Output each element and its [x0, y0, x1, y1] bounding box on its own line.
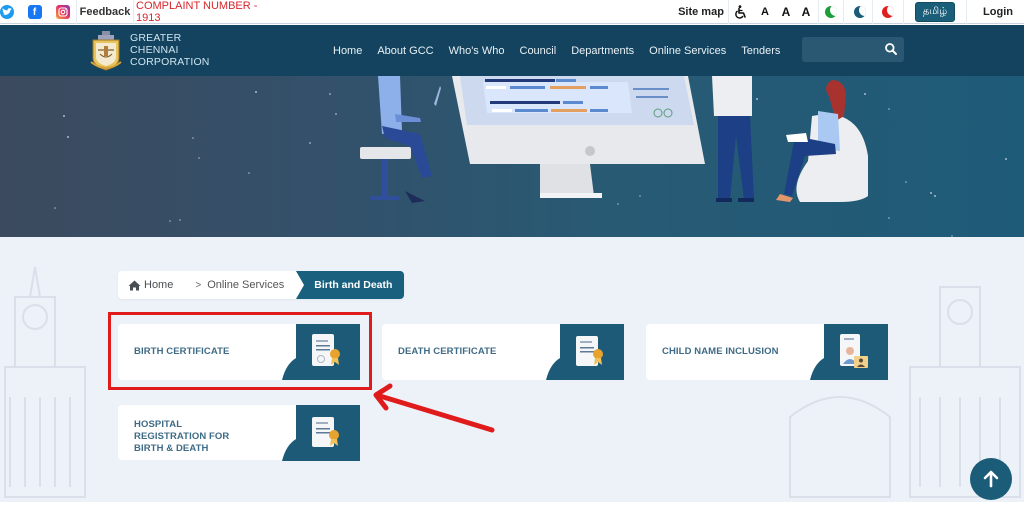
search-box	[802, 37, 904, 62]
service-card-label: DEATH CERTIFICATE	[398, 346, 497, 357]
divider	[76, 0, 77, 24]
breadcrumb-home-label: Home	[144, 279, 174, 291]
nav-tenders[interactable]: Tenders	[741, 45, 780, 57]
divider	[843, 0, 844, 24]
theme-red-button[interactable]	[880, 0, 896, 24]
certificate-icon	[546, 324, 624, 380]
hero-banner	[0, 76, 1024, 237]
logo-line: GREATER	[130, 32, 182, 44]
annotation-highlight-box	[108, 312, 372, 390]
breadcrumb-current-label: Birth and Death	[314, 279, 393, 291]
logo-line: CHENNAI	[130, 44, 179, 56]
scroll-to-top-button[interactable]	[970, 458, 1012, 500]
font-size-small-label: A	[761, 6, 769, 18]
theme-blue-button[interactable]	[852, 0, 868, 24]
main-nav: Home About GCC Who's Who Council Departm…	[333, 25, 795, 76]
wheelchair-icon	[735, 5, 746, 19]
facebook-icon: f	[27, 5, 42, 19]
feedback-link[interactable]: Feedback	[78, 0, 132, 24]
breadcrumb-online-services[interactable]: Online Services	[207, 279, 284, 291]
woman-on-beanbag-illustration	[776, 80, 868, 202]
nav-online-services[interactable]: Online Services	[649, 45, 726, 57]
divider	[903, 0, 904, 24]
divider	[872, 0, 873, 24]
divider	[818, 0, 819, 24]
feedback-label: Feedback	[79, 6, 131, 18]
arrow-up-icon	[983, 470, 999, 488]
moon-green-icon	[825, 6, 837, 18]
breadcrumb-current: Birth and Death	[296, 271, 405, 299]
home-icon	[128, 280, 141, 290]
gcc-emblem-logo[interactable]	[90, 30, 122, 72]
hero-illustration	[54, 76, 1007, 237]
twitter-link[interactable]	[0, 0, 14, 24]
service-card-child-name-inclusion[interactable]: CHILD NAME INCLUSION	[646, 324, 888, 380]
nav-whos-who[interactable]: Who's Who	[449, 45, 505, 57]
font-size-large-button[interactable]: A	[798, 0, 814, 24]
tamil-language-button[interactable]: தமிழ்	[913, 0, 957, 24]
service-card-label: HOSPITAL REGISTRATION FOR BIRTH & DEATH	[134, 419, 230, 454]
logo-line: CORPORATION	[130, 56, 210, 68]
sitemap-label: Site map	[678, 6, 724, 18]
main-header: GREATER CHENNAI CORPORATION Home About G…	[0, 25, 1024, 76]
nav-home[interactable]: Home	[333, 45, 362, 57]
top-utility-bar: f Feedback COMPLAINT NUMBER - 1913 Site …	[0, 0, 1024, 24]
login-button[interactable]: Login	[980, 0, 1016, 24]
font-size-medium-button[interactable]: A	[778, 0, 794, 24]
nav-council[interactable]: Council	[520, 45, 557, 57]
certificate-icon	[282, 405, 360, 461]
sitting-person-illustration	[360, 76, 441, 203]
complaint-number: COMPLAINT NUMBER - 1913	[136, 0, 276, 24]
breadcrumb: Home > Online Services Birth and Death	[118, 271, 405, 299]
font-size-small-button[interactable]: A	[757, 0, 773, 24]
instagram-icon	[55, 5, 70, 19]
complaint-number-text: COMPLAINT NUMBER - 1913	[136, 0, 258, 24]
login-label: Login	[983, 6, 1013, 18]
divider	[966, 0, 967, 24]
font-size-large-label: A	[801, 5, 811, 19]
accessibility-button[interactable]	[732, 0, 750, 24]
service-card-hospital-registration[interactable]: HOSPITAL REGISTRATION FOR BIRTH & DEATH	[118, 405, 360, 461]
moon-red-icon	[882, 6, 894, 18]
divider	[728, 0, 729, 24]
search-input[interactable]	[802, 37, 882, 62]
background-building-illustration	[4, 266, 86, 498]
gcc-logo-text[interactable]: GREATER CHENNAI CORPORATION	[130, 32, 210, 68]
service-card-label: CHILD NAME INCLUSION	[662, 346, 779, 357]
id-card-icon	[810, 324, 888, 380]
facebook-link[interactable]: f	[27, 0, 42, 24]
sitemap-link[interactable]: Site map	[676, 0, 726, 24]
instagram-link[interactable]	[55, 0, 70, 24]
moon-blue-icon	[854, 6, 866, 18]
service-card-death-certificate[interactable]: DEATH CERTIFICATE	[382, 324, 624, 380]
nav-about-gcc[interactable]: About GCC	[377, 45, 433, 57]
nav-departments[interactable]: Departments	[571, 45, 634, 57]
computer-monitor-illustration	[452, 76, 705, 198]
divider	[133, 0, 134, 24]
breadcrumb-home[interactable]: Home	[118, 279, 173, 291]
tamil-language-label: தமிழ்	[914, 2, 956, 22]
annotation-arrow	[373, 383, 495, 433]
breadcrumb-separator: >	[195, 279, 202, 291]
font-size-medium-label: A	[781, 5, 791, 19]
search-icon[interactable]	[884, 42, 898, 56]
standing-person-illustration	[712, 76, 754, 202]
theme-green-button[interactable]	[823, 0, 839, 24]
twitter-icon	[0, 5, 14, 19]
footer-strip	[0, 502, 1024, 512]
